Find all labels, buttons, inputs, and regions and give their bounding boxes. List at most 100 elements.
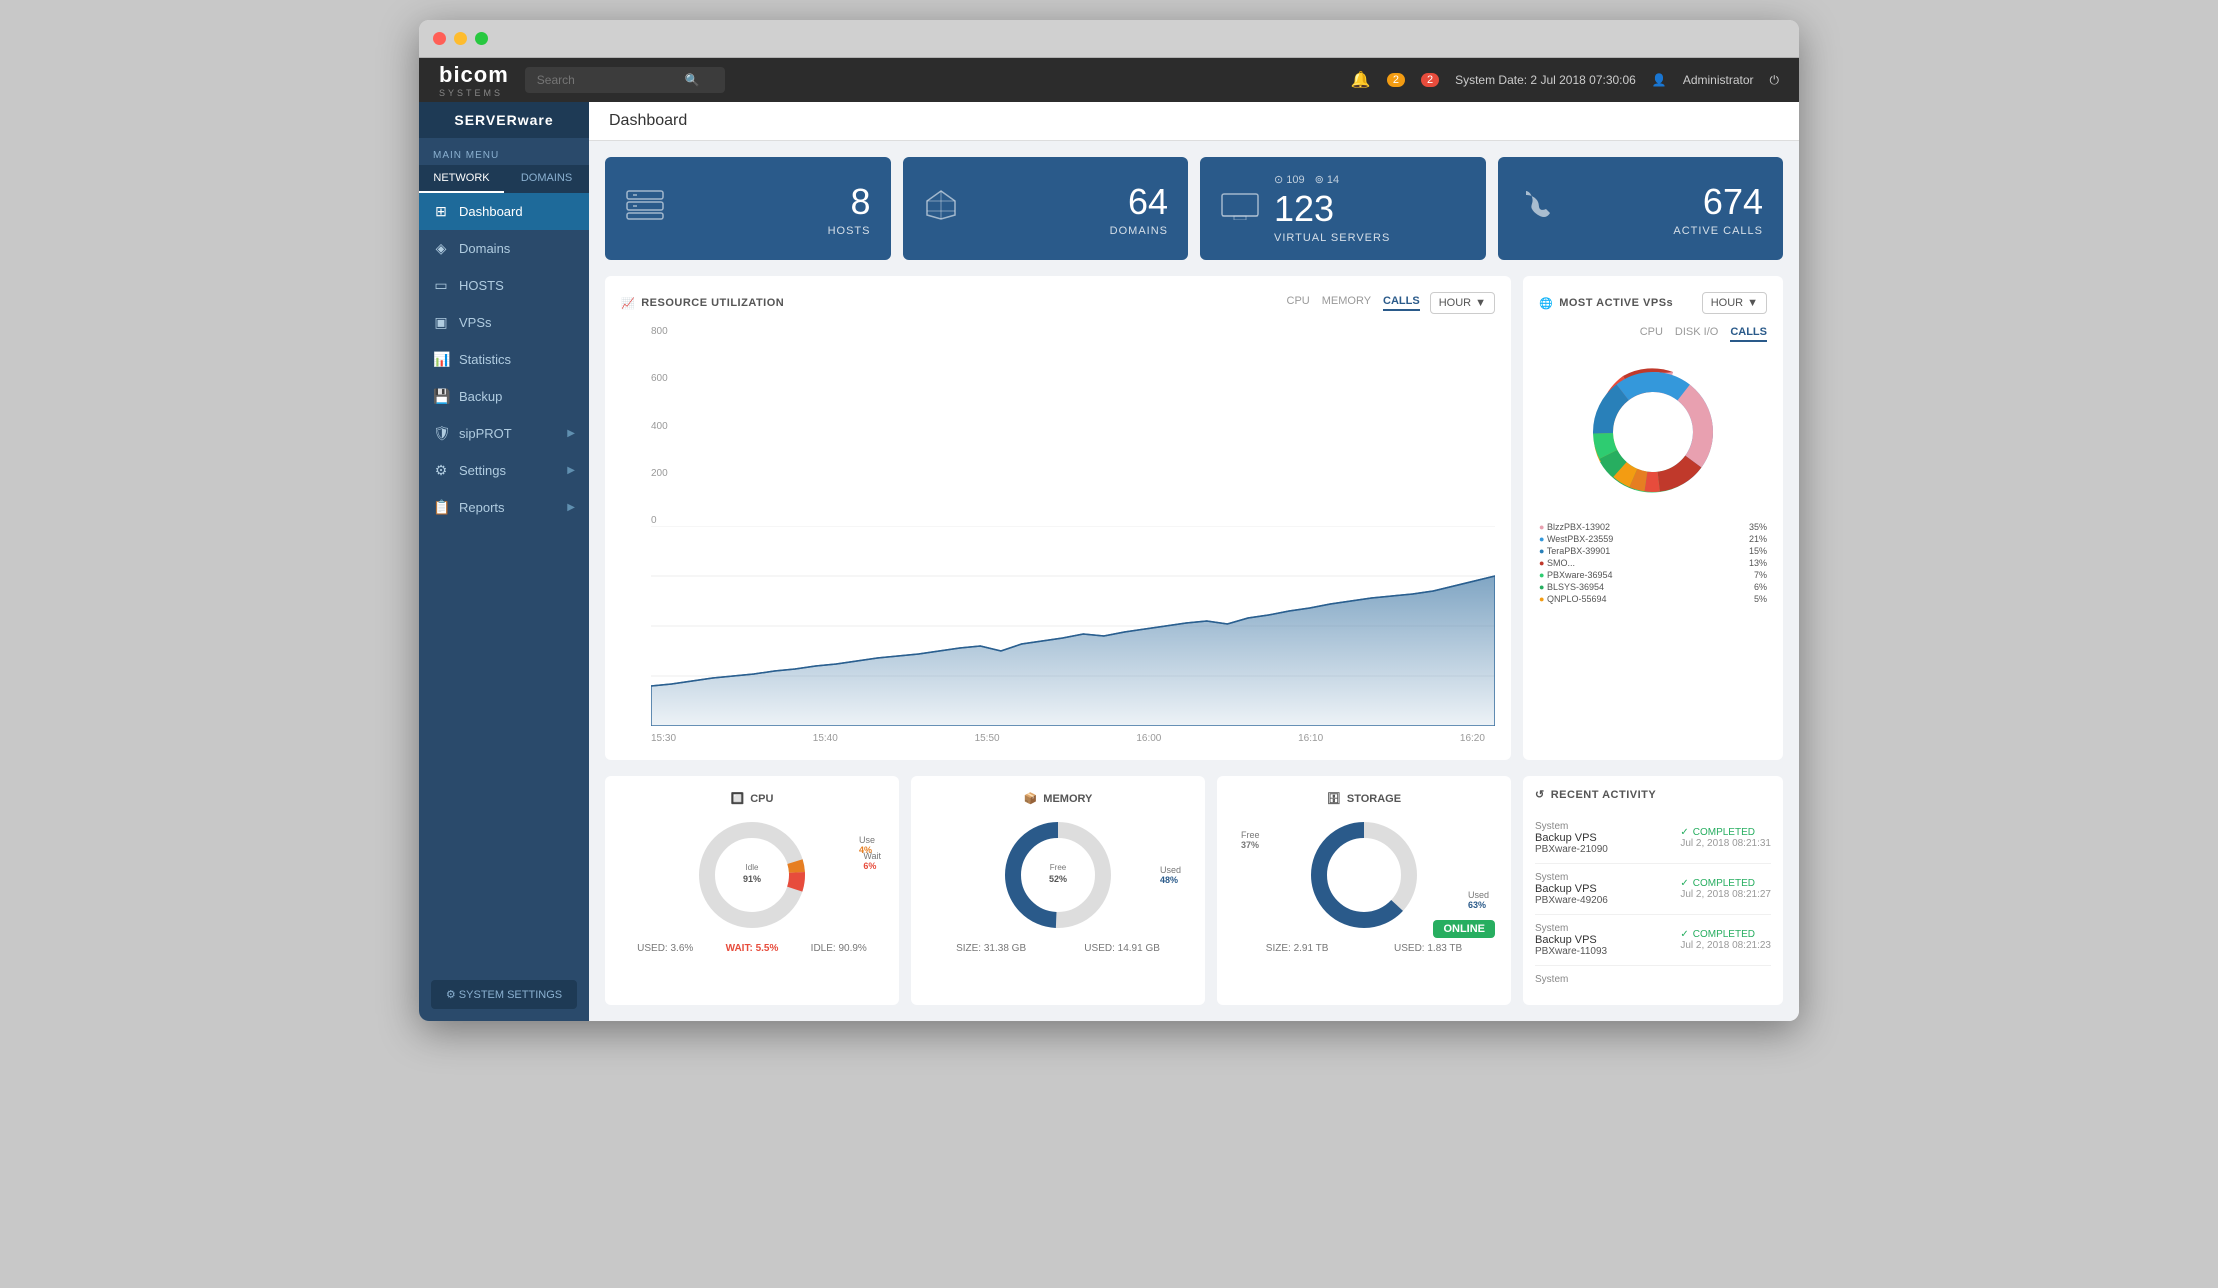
globe-icon: 🌐 [1539,297,1553,310]
cpu-card: 🔲 CPU Idle 91% [605,776,899,1005]
memory-title: 📦 MEMORY [927,792,1189,805]
activity-item-4: System [1535,966,1771,993]
backup-icon: 💾 [433,388,449,405]
memory-donut-svg: Free 52% [998,815,1118,935]
vs-value: 123 [1274,188,1334,230]
sidebar-bottom: ⚙ SYSTEM SETTINGS [419,968,589,1021]
tab-vps-diskio[interactable]: DISK I/O [1675,326,1718,342]
activity-item-2: System Backup VPS PBXware-49206 ✓ COMPLE… [1535,864,1771,915]
virtual-servers-icon [1220,190,1260,227]
username: Administrator [1683,73,1754,87]
vs-sub-info: ⊙ 109 ⊚ 14 [1274,173,1466,186]
activity-title: ↺ RECENT ACTIVITY [1535,788,1656,801]
dropdown-icon: ▼ [1475,297,1486,309]
activity-detail: PBXware-21090 [1535,844,1608,855]
memory-icon: 📦 [1024,792,1038,805]
logo-sub: SYSTEMS [439,88,509,98]
storage-icon: 🗄 [1327,792,1341,805]
activity-status: ✓ COMPLETED [1680,878,1771,889]
activity-category: System [1535,872,1608,883]
tab-network[interactable]: NETWORK [419,165,504,193]
sidebar: SERVERware MAIN MENU NETWORK DOMAINS ⊞ D… [419,102,589,1021]
sidebar-item-reports[interactable]: 📋 Reports ▶ [419,489,589,526]
vpss-icon: ▣ [433,314,449,331]
mini-charts-row: 🔲 CPU Idle 91% [589,776,1799,1021]
activity-header: ↺ RECENT ACTIVITY [1535,788,1771,801]
sidebar-item-dashboard[interactable]: ⊞ Dashboard [419,193,589,230]
minimize-btn[interactable] [454,32,467,45]
svg-text:Idle: Idle [746,863,759,872]
memory-used-stat: USED: 14.91 GB [1084,943,1160,954]
vps-legend: ● BlzzPBX-1390235% ● WestPBX-2355921% ● … [1539,522,1767,604]
hour-selector[interactable]: HOUR ▼ [1430,292,1495,314]
tab-vps-calls[interactable]: CALLS [1730,326,1767,342]
user-icon: 👤 [1652,73,1667,87]
logo: bicom SYSTEMS [439,62,509,98]
hosts-icon: ▭ [433,277,449,294]
activity-right: ✓ COMPLETED Jul 2, 2018 08:21:31 [1680,827,1771,849]
cpu-idle-stat: IDLE: 90.9% [811,943,867,954]
arrow-icon: ▶ [567,502,575,513]
domains-value: 64 [1110,181,1168,223]
sidebar-item-vpss[interactable]: ▣ VPSs [419,304,589,341]
memory-used-label: Used 48% [1160,865,1181,885]
statistics-icon: 📊 [433,351,449,368]
legend-item: ● QNPLO-556945% [1539,594,1767,604]
storage-title: 🗄 STORAGE [1233,792,1495,805]
activity-status: ✓ COMPLETED [1680,929,1771,940]
arrow-icon: ▶ [567,428,575,439]
activity-item-1: System Backup VPS PBXware-21090 ✓ COMPLE… [1535,813,1771,864]
sidebar-item-settings[interactable]: ⚙ Settings ▶ [419,452,589,489]
content-area: Dashboard 8 HOSTS [589,102,1799,1021]
search-container[interactable]: 🔍 [525,67,725,93]
memory-donut: Free 52% Used 48% [927,815,1189,935]
app-window: bicom SYSTEMS 🔍 🔔 2 2 System Date: 2 Jul… [419,20,1799,1021]
vs-label: VIRTUAL SERVERS [1274,232,1466,244]
domains-icon: ◈ [433,240,449,257]
activity-detail: PBXware-11093 [1535,946,1607,957]
hosts-card-icon [625,189,665,228]
cpu-stats: USED: 3.6% WAIT: 5.5% IDLE: 90.9% [621,943,883,954]
svg-text:Free: Free [1050,863,1067,872]
sidebar-item-sipprot[interactable]: 🛡 sipPROT ▶ [419,415,589,452]
alert-badge: 2 [1387,73,1405,87]
system-settings-button[interactable]: ⚙ SYSTEM SETTINGS [431,980,577,1009]
virtual-servers-info: ⊙ 109 ⊚ 14 123 VIRTUAL SERVERS [1274,173,1466,244]
vs-main: 123 [1274,188,1466,230]
storage-size-stat: SIZE: 2.91 TB [1266,943,1329,954]
close-btn[interactable] [433,32,446,45]
maximize-btn[interactable] [475,32,488,45]
active-calls-value: 674 [1673,181,1763,223]
tab-domains[interactable]: DOMAINS [504,165,589,193]
sidebar-item-domains[interactable]: ◈ Domains [419,230,589,267]
x-axis-labels: 15:30 15:40 15:50 16:00 16:10 16:20 [651,733,1495,744]
sidebar-item-statistics[interactable]: 📊 Statistics [419,341,589,378]
dropdown-icon: ▼ [1747,297,1758,309]
recent-activity-panel: ↺ RECENT ACTIVITY System Backup VPS PBXw… [1523,776,1783,1005]
activity-right: ✓ COMPLETED Jul 2, 2018 08:21:23 [1680,929,1771,951]
hosts-label: HOSTS [828,225,871,237]
sidebar-item-hosts[interactable]: ▭ HOSTS [419,267,589,304]
activity-category: System [1535,974,1568,985]
stat-cards-row: 8 HOSTS 64 DOMAINS [589,141,1799,276]
dashboard-icon: ⊞ [433,203,449,220]
storage-free-label: Free 37% [1241,830,1260,850]
activity-status: ✓ COMPLETED [1680,827,1771,838]
vps-chart-tabs: CPU DISK I/O CALLS [1539,326,1767,342]
tab-memory[interactable]: MEMORY [1322,295,1371,311]
cpu-used-stat: USED: 3.6% [637,943,693,954]
sidebar-item-backup[interactable]: 💾 Backup [419,378,589,415]
tab-vps-cpu[interactable]: CPU [1640,326,1663,342]
domains-card-info: 64 DOMAINS [1110,181,1168,237]
chart-icon: 📈 [621,297,635,310]
tab-calls[interactable]: CALLS [1383,295,1420,311]
titlebar [419,20,1799,58]
refresh-icon: ↺ [1535,788,1545,801]
vps-hour-selector[interactable]: HOUR ▼ [1702,292,1767,314]
activity-name: Backup VPS [1535,883,1608,895]
search-input[interactable] [537,73,677,87]
cpu-title: 🔲 CPU [621,792,883,805]
activity-detail: PBXware-49206 [1535,895,1608,906]
power-icon[interactable]: ⏻ [1770,73,1780,88]
tab-cpu[interactable]: CPU [1287,295,1310,311]
